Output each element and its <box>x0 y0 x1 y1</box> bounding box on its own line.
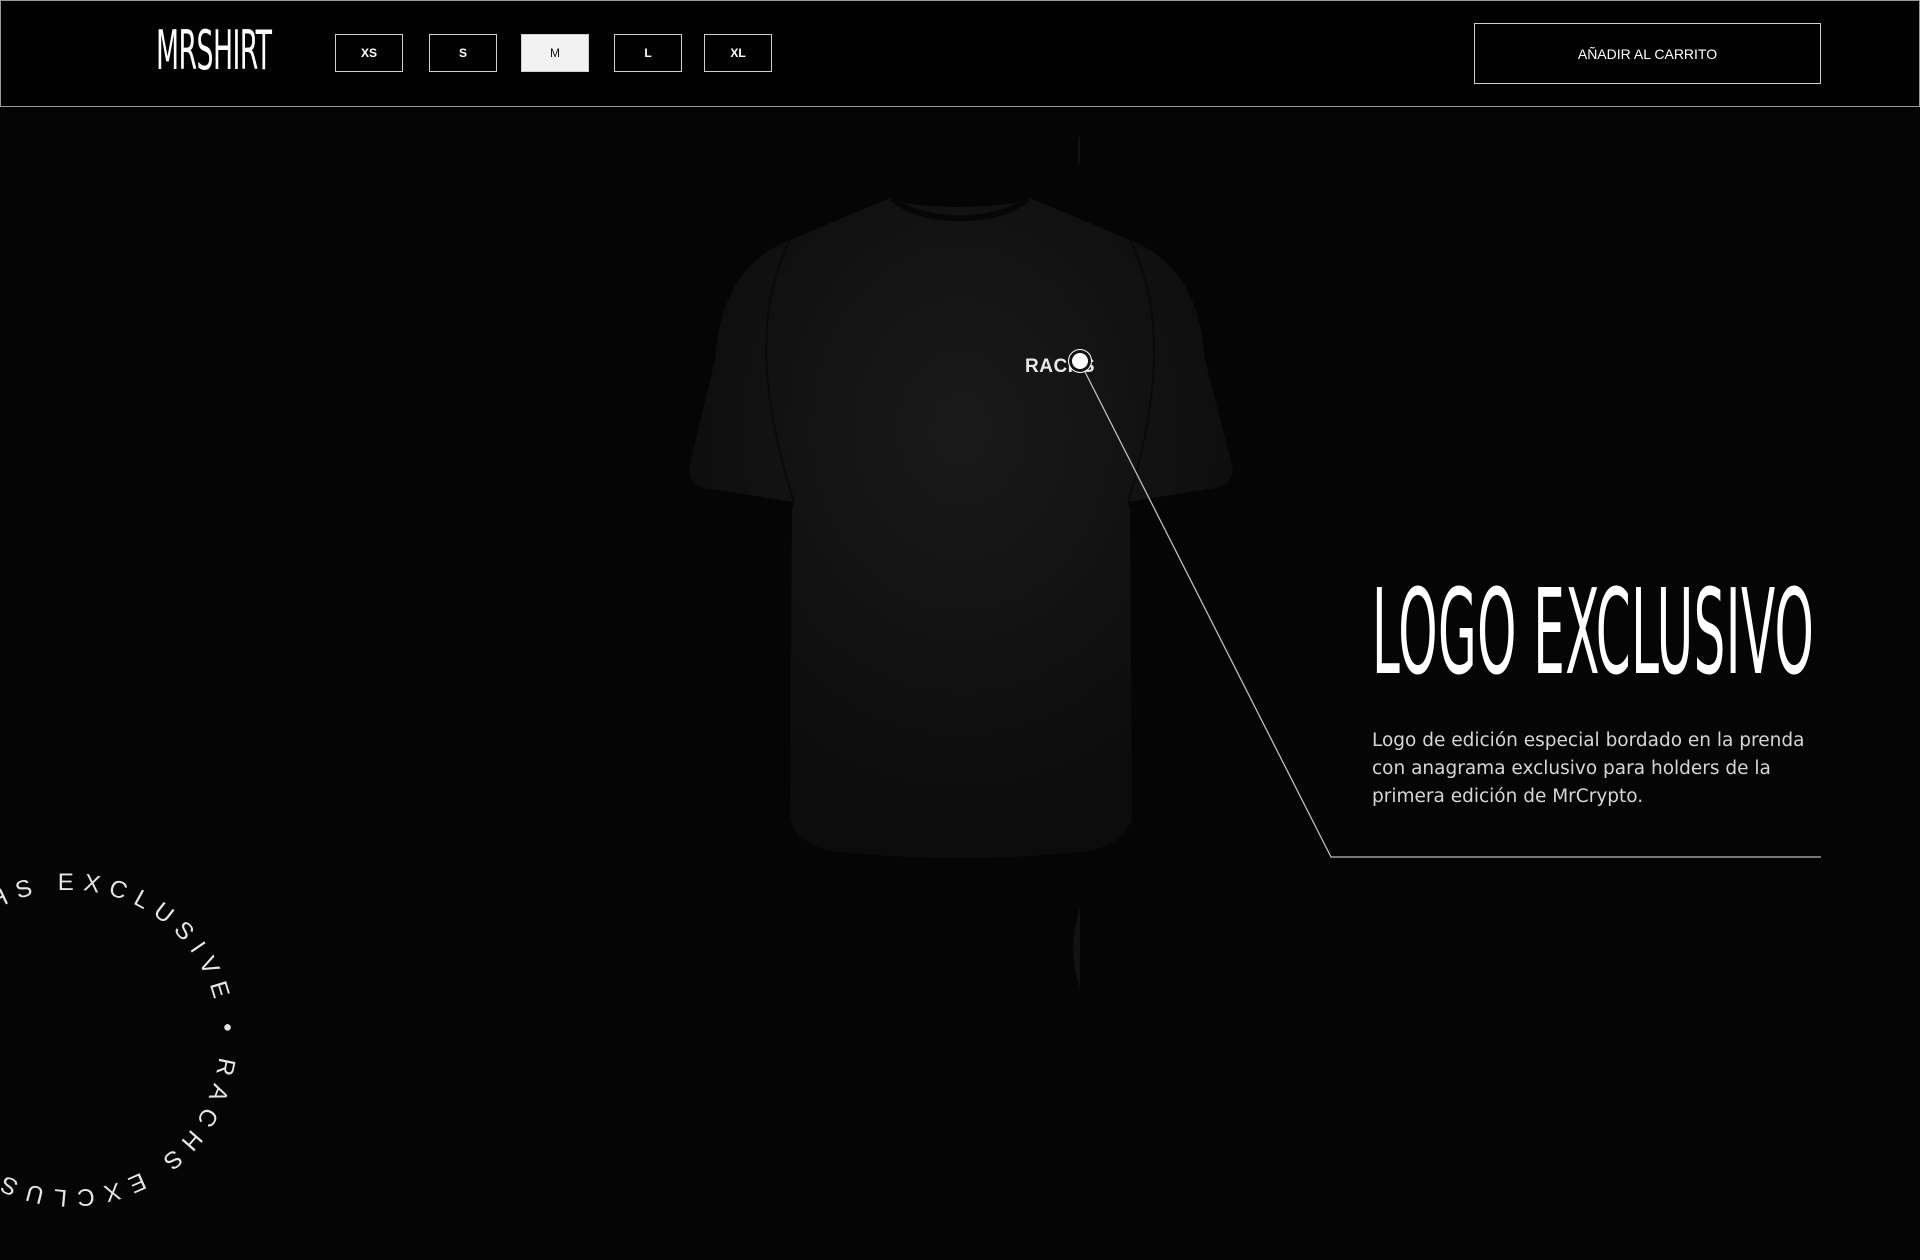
top-bar: MRSHIRT XS S M L XL AÑADIR AL CARRITO <box>0 0 1920 107</box>
tshirt-image <box>689 195 1233 858</box>
exclusive-badge-ring: RACHS EXCLUSIVE • RACHS EXCLUSIVE • RACH… <box>0 820 290 1260</box>
size-l-button[interactable]: L <box>614 34 682 72</box>
badge-ring-text: RACHS EXCLUSIVE • RACHS EXCLUSIVE • RACH… <box>0 820 290 1260</box>
logo-hotspot[interactable] <box>1068 349 1092 373</box>
size-m-button[interactable]: M <box>521 34 589 72</box>
size-xs-button[interactable]: XS <box>335 34 403 72</box>
feature-title: LOGO EXCLUSIVO <box>1372 563 1815 701</box>
size-xl-button[interactable]: XL <box>704 34 772 72</box>
brand-logo[interactable]: MRSHIRT <box>156 23 272 79</box>
add-to-cart-button[interactable]: AÑADIR AL CARRITO <box>1474 23 1821 84</box>
size-s-button[interactable]: S <box>429 34 497 72</box>
feature-description: Logo de edición especial bordado en la p… <box>1372 730 1805 807</box>
